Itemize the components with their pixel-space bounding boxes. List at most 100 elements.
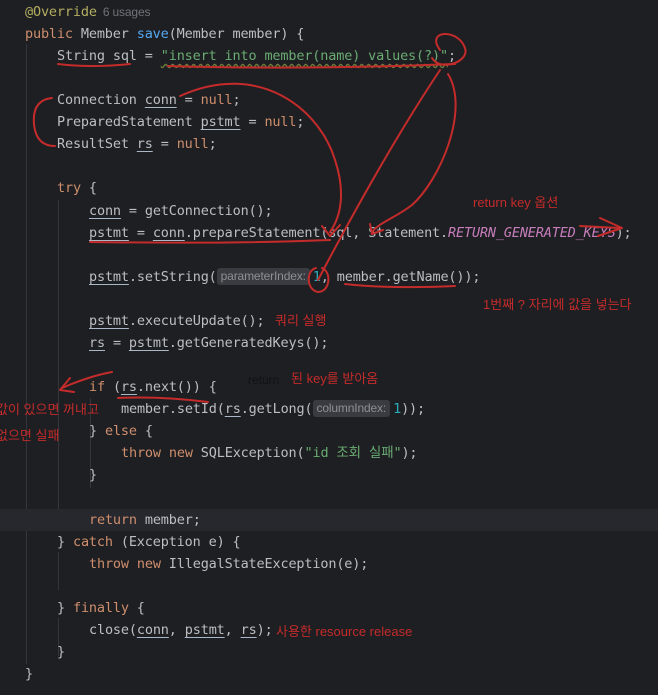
brace-token: {: [136, 423, 153, 439]
separator-token: ,: [224, 622, 241, 638]
parameter-hint: parameterIndex:: [216, 268, 310, 285]
finally-keyword: finally: [72, 600, 129, 616]
code-line[interactable]: return member;: [89, 509, 201, 531]
note-first-slot: 1번째 ? 자리에 값을 넣는다: [483, 297, 632, 312]
brace-token: {: [80, 180, 97, 196]
semicolon-token: ;: [296, 114, 305, 130]
number-token: 1: [393, 401, 402, 417]
code-line[interactable]: pstmt = conn.prepareStatement(sql, State…: [89, 222, 632, 244]
code-line[interactable]: }: [25, 663, 33, 685]
semicolon-token: );: [615, 225, 632, 241]
annotation-token: @Override: [25, 4, 97, 20]
paren-token: (: [104, 379, 121, 395]
sql-string-literal: "insert into member(name) values(?)": [160, 48, 448, 64]
operator-token: =: [152, 136, 177, 152]
call-token: member.setId(: [121, 401, 225, 417]
note-resource-release: 사용한 resource release: [276, 624, 413, 639]
indent-guide: [58, 552, 59, 590]
note-left-1: 값이 있으면 꺼내고: [0, 402, 99, 417]
method-name-token: save: [136, 26, 169, 42]
code-line[interactable]: throw new SQLException("id 조회 실패");: [121, 442, 418, 464]
call-token: .executeUpdate();: [128, 313, 265, 329]
code-line[interactable]: PreparedStatement pstmt = null;: [57, 111, 304, 133]
operator-token: =: [104, 335, 129, 351]
code-line[interactable]: @Override 6 usages: [25, 1, 150, 23]
code-line[interactable]: } finally {: [57, 597, 145, 619]
brace-token: }: [57, 600, 73, 616]
try-keyword: try: [57, 180, 81, 196]
note-query-run: 쿼리 실행: [275, 313, 327, 328]
code-line[interactable]: ResultSet rs = null;: [57, 133, 217, 155]
semicolon-token: ));: [401, 401, 425, 417]
string-literal: "id 조회 실패": [304, 445, 402, 461]
code-line[interactable]: throw new IllegalStateException(e);: [89, 553, 368, 575]
call-token: .prepareStatement(sql, Statement.: [184, 225, 449, 241]
code-line[interactable]: if (rs.next()) {: [89, 376, 217, 398]
brace-token: }: [57, 534, 73, 550]
code-line[interactable]: public Member save(Member member) {: [25, 23, 304, 45]
throw-keyword: throw: [121, 445, 161, 461]
variable-token: conn: [89, 203, 121, 219]
type-token: PreparedStatement: [57, 114, 201, 130]
type-token: String: [57, 48, 113, 64]
type-token: Connection: [57, 92, 145, 108]
code-line[interactable]: }: [89, 464, 97, 486]
code-line[interactable]: member.setId(rs.getLong(columnIndex: 1));: [121, 398, 425, 420]
variable-token: rs: [136, 136, 153, 152]
type-token: ResultSet: [57, 136, 137, 152]
separator-token: ,: [168, 622, 185, 638]
code-editor[interactable]: @Override 6 usages public Member save(Mem…: [0, 0, 658, 695]
variable-token: pstmt: [89, 269, 129, 285]
brace-token: }: [89, 423, 105, 439]
code-line[interactable]: try {: [57, 177, 97, 199]
null-keyword: null: [200, 92, 233, 108]
call-token: .next()) {: [136, 379, 217, 395]
call-token: = getConnection();: [120, 203, 273, 219]
call-token: .getGeneratedKeys();: [168, 335, 329, 351]
new-keyword: new: [160, 445, 201, 461]
semicolon-token: );: [401, 445, 418, 461]
if-keyword: if: [89, 379, 105, 395]
code-line[interactable]: }: [57, 641, 65, 663]
variable-token: conn: [144, 92, 177, 108]
static-field-token: RETURN_GENERATED_KEYS: [448, 225, 616, 241]
note-key-received: 된 key를 받아옴: [291, 371, 379, 386]
call-token: close(: [89, 622, 137, 638]
code-line[interactable]: Connection conn = null;: [57, 89, 241, 111]
code-line[interactable]: pstmt.executeUpdate();: [89, 310, 265, 332]
semicolon-token: ;: [208, 136, 217, 152]
params-token: (Exception e) {: [112, 534, 241, 550]
semicolon-token: );: [256, 622, 273, 638]
arrow-head-stroke: [59, 377, 75, 393]
code-line[interactable]: rs = pstmt.getGeneratedKeys();: [89, 332, 329, 354]
arrow-stroke: [317, 69, 441, 281]
operator-token: =: [176, 92, 201, 108]
semicolon-token: ;: [447, 48, 456, 64]
call-token: , member.getName());: [320, 269, 481, 285]
arrow-stroke: [371, 73, 457, 233]
brace-token: }: [89, 467, 97, 483]
code-line[interactable]: close(conn, pstmt, rs);: [89, 619, 273, 641]
type-token: Member: [80, 26, 137, 42]
throw-keyword: throw: [89, 556, 129, 572]
code-line[interactable]: } catch (Exception e) {: [57, 531, 241, 553]
variable-token: rs: [224, 401, 241, 417]
new-keyword: new: [128, 556, 169, 572]
operator-token: =: [136, 48, 161, 64]
variable-token: conn: [136, 622, 169, 638]
code-line[interactable]: } else {: [89, 420, 153, 442]
usages-hint[interactable]: 6 usages: [103, 5, 151, 19]
code-line[interactable]: pstmt.setString(parameterIndex: 1, member…: [89, 266, 480, 288]
variable-token: pstmt: [89, 313, 129, 329]
call-token: .setString(: [128, 269, 217, 285]
brace-token: }: [25, 666, 33, 682]
brace-token: {: [128, 600, 145, 616]
variable-token: member;: [136, 512, 201, 528]
number-token: 1: [312, 269, 321, 285]
code-line[interactable]: String sql = "insert into member(name) v…: [57, 45, 456, 67]
code-line[interactable]: conn = getConnection();: [89, 200, 273, 222]
note-left-2: 없으면 실패: [0, 428, 60, 443]
params-token: (Member member) {: [168, 26, 305, 42]
indent-guide: [26, 44, 27, 664]
bracket-stroke: [32, 97, 56, 147]
